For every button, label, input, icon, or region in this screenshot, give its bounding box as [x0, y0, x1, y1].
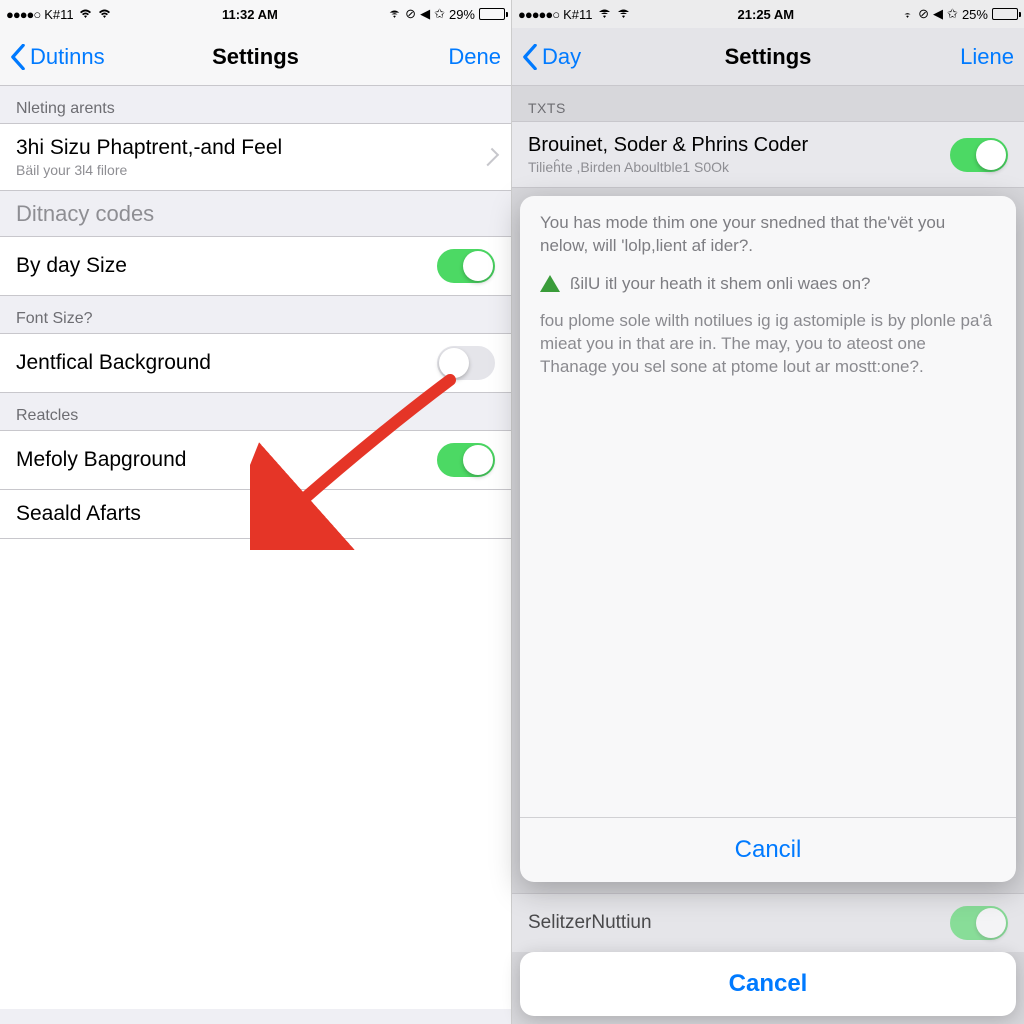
section-header: Nleting arents	[0, 86, 511, 124]
status-bar: ●●●●○ K#11 11:32 AM ⊘ ◀ ✩ 29%	[0, 0, 511, 28]
status-time: 11:32 AM	[222, 7, 278, 22]
chevron-left-icon	[522, 44, 538, 70]
nav-bar: Dutinns Settings Dene	[0, 28, 511, 86]
row-jentfical-background[interactable]: Jentfical Background	[0, 333, 511, 393]
row-subtitle: Tilieĥte ,Birden Aboultble1 S0Ok	[528, 159, 808, 175]
wifi-icon	[97, 7, 112, 22]
carrier-label: K#11	[563, 7, 592, 22]
battery-pct: 25%	[962, 7, 988, 22]
row-title: Jentfical Background	[16, 351, 211, 375]
status-time: 21:25 AM	[738, 7, 795, 22]
row-title: Mefoly Bapground	[16, 448, 186, 472]
wifi-icon	[78, 7, 93, 22]
alarm-icon: ✩	[434, 6, 445, 22]
sheet-action-cancil[interactable]: Cancil	[520, 817, 1016, 882]
page-title: Settings	[512, 44, 1024, 70]
row-title: Seaald Afarts	[16, 502, 141, 526]
wifi-icon	[388, 7, 401, 22]
wifi-icon	[597, 7, 612, 22]
row-brouinet[interactable]: Brouinet, Soder & Phrins Coder Tilieĥte …	[512, 121, 1024, 188]
toggle-brouinet[interactable]	[950, 138, 1008, 172]
phone-left: ●●●●○ K#11 11:32 AM ⊘ ◀ ✩ 29% Dutinns Se…	[0, 0, 512, 1024]
row-selitzer[interactable]: SelitzerNuttiun	[512, 893, 1024, 952]
signal-dots-icon: ●●●●○	[6, 7, 40, 22]
row-seaald-afarts[interactable]: Seaald Afarts	[0, 489, 511, 539]
alarm-icon: ✩	[947, 6, 958, 22]
back-button[interactable]: Dutinns	[10, 44, 105, 70]
battery-pct: 29%	[449, 7, 475, 22]
orientation-lock-icon: ⊘	[405, 6, 416, 22]
battery-icon	[992, 8, 1018, 20]
row-title: 3hi Sizu Phaptrent,-and Feel	[16, 136, 282, 160]
orientation-lock-icon: ⊘	[918, 6, 929, 22]
row-mefoly-bapground[interactable]: Mefoly Bapground	[0, 430, 511, 490]
toggle-selitzer[interactable]	[950, 906, 1008, 940]
action-sheet: You has mode thim one your snedned that …	[520, 196, 1016, 882]
back-label: Day	[542, 44, 581, 70]
done-button[interactable]: Liene	[960, 44, 1014, 70]
toggle-mefoly-bapground[interactable]	[437, 443, 495, 477]
warning-triangle-icon	[540, 275, 560, 292]
section-header: Font Size?	[0, 296, 511, 334]
row-subtitle: Bäil your 3l4 filore	[16, 162, 282, 178]
location-icon: ◀	[420, 6, 430, 22]
done-button[interactable]: Dene	[448, 44, 501, 70]
row-by-day-size[interactable]: By day Size	[0, 236, 511, 296]
carrier-label: K#11	[44, 7, 73, 22]
sheet-body: fou plome sole wilth notilues ig ig asto…	[520, 304, 1016, 397]
toggle-jentfical-background[interactable]	[437, 346, 495, 380]
row-look-and-feel[interactable]: 3hi Sizu Phaptrent,-and Feel Bäil your 3…	[0, 123, 511, 191]
sheet-warning-row: ßilU itl your heath it shem onli waes on…	[520, 264, 1016, 304]
back-button[interactable]: Day	[522, 44, 581, 70]
chevron-left-icon	[10, 44, 26, 70]
row-title: By day Size	[16, 254, 127, 278]
row-title: Brouinet, Soder & Phrins Coder	[528, 134, 808, 157]
section-label: Ditnacy codes	[0, 191, 511, 237]
back-label: Dutinns	[30, 44, 105, 70]
wifi-icon	[616, 7, 631, 22]
wifi-icon	[901, 7, 914, 22]
sheet-message: You has mode thim one your snedned that …	[520, 196, 1016, 264]
location-icon: ◀	[933, 6, 943, 22]
section-header: Reatcles	[0, 393, 511, 431]
sheet-warning-text: ßilU itl your heath it shem onli waes on…	[570, 274, 870, 294]
phone-right: ●●●●●○ K#11 21:25 AM ⊘ ◀ ✩ 25% Day Setti…	[512, 0, 1024, 1024]
row-title: SelitzerNuttiun	[528, 912, 652, 934]
toggle-by-day-size[interactable]	[437, 249, 495, 283]
nav-bar: Day Settings Liene	[512, 28, 1024, 86]
section-header: TXTS	[512, 86, 1024, 122]
status-bar: ●●●●●○ K#11 21:25 AM ⊘ ◀ ✩ 25%	[512, 0, 1024, 28]
battery-icon	[479, 8, 505, 20]
signal-dots-icon: ●●●●●○	[518, 7, 559, 22]
chevron-right-icon	[481, 148, 499, 166]
sheet-cancel-button[interactable]: Cancel	[520, 952, 1016, 1016]
